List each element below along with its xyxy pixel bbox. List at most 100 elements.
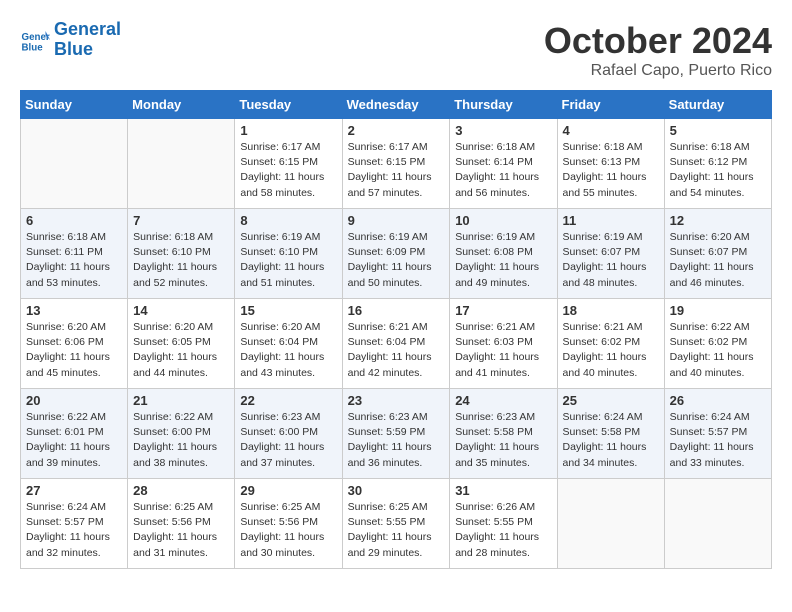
day-info: Sunrise: 6:24 AM Sunset: 5:58 PM Dayligh… — [563, 410, 659, 471]
calendar-cell: 4 Sunrise: 6:18 AM Sunset: 6:13 PM Daylig… — [557, 119, 664, 209]
day-info: Sunrise: 6:18 AM Sunset: 6:14 PM Dayligh… — [455, 140, 551, 201]
calendar-cell: 27 Sunrise: 6:24 AM Sunset: 5:57 PM Dayli… — [21, 479, 128, 569]
day-info: Sunrise: 6:24 AM Sunset: 5:57 PM Dayligh… — [670, 410, 766, 471]
month-title: October 2024 — [544, 20, 772, 62]
calendar-week-row: 27 Sunrise: 6:24 AM Sunset: 5:57 PM Dayli… — [21, 479, 772, 569]
calendar-header-row: SundayMondayTuesdayWednesdayThursdayFrid… — [21, 91, 772, 119]
day-number: 15 — [240, 303, 336, 318]
day-number: 8 — [240, 213, 336, 228]
day-info: Sunrise: 6:22 AM Sunset: 6:00 PM Dayligh… — [133, 410, 229, 471]
day-info: Sunrise: 6:24 AM Sunset: 5:57 PM Dayligh… — [26, 500, 122, 561]
day-number: 4 — [563, 123, 659, 138]
calendar-cell: 19Sunrise: 6:22 AM Sunset: 6:02 PM Dayli… — [664, 299, 771, 389]
day-number: 21 — [133, 393, 229, 408]
day-number: 1 — [240, 123, 336, 138]
calendar-cell: 12 Sunrise: 6:20 AM Sunset: 6:07 PM Dayli… — [664, 209, 771, 299]
header-friday: Friday — [557, 91, 664, 119]
day-number: 26 — [670, 393, 766, 408]
day-info: Sunrise: 6:18 AM Sunset: 6:12 PM Dayligh… — [670, 140, 766, 201]
day-number: 20 — [26, 393, 122, 408]
calendar-cell: 7 Sunrise: 6:18 AM Sunset: 6:10 PM Daylig… — [128, 209, 235, 299]
calendar-cell: 13 Sunrise: 6:20 AM Sunset: 6:06 PM Dayli… — [21, 299, 128, 389]
day-info: Sunrise: 6:23 AM Sunset: 5:58 PM Dayligh… — [455, 410, 551, 471]
page-header: General Blue General Blue October 2024 R… — [20, 20, 772, 80]
day-info: Sunrise: 6:21 AM Sunset: 6:04 PM Dayligh… — [348, 320, 445, 381]
calendar-cell: 10 Sunrise: 6:19 AM Sunset: 6:08 PM Dayli… — [450, 209, 557, 299]
calendar-cell: 6Sunrise: 6:18 AM Sunset: 6:11 PM Daylig… — [21, 209, 128, 299]
calendar-cell — [21, 119, 128, 209]
day-number: 25 — [563, 393, 659, 408]
day-number: 23 — [348, 393, 445, 408]
header-thursday: Thursday — [450, 91, 557, 119]
day-info: Sunrise: 6:21 AM Sunset: 6:03 PM Dayligh… — [455, 320, 551, 381]
calendar-cell: 23Sunrise: 6:23 AM Sunset: 5:59 PM Dayli… — [342, 389, 450, 479]
day-number: 24 — [455, 393, 551, 408]
calendar-cell: 3Sunrise: 6:18 AM Sunset: 6:14 PM Daylig… — [450, 119, 557, 209]
day-info: Sunrise: 6:25 AM Sunset: 5:56 PM Dayligh… — [133, 500, 229, 561]
calendar-cell: 26 Sunrise: 6:24 AM Sunset: 5:57 PM Dayli… — [664, 389, 771, 479]
calendar-cell: 20Sunrise: 6:22 AM Sunset: 6:01 PM Dayli… — [21, 389, 128, 479]
calendar-cell: 16 Sunrise: 6:21 AM Sunset: 6:04 PM Dayli… — [342, 299, 450, 389]
calendar-cell — [664, 479, 771, 569]
logo: General Blue General Blue — [20, 20, 121, 60]
calendar-cell: 29 Sunrise: 6:25 AM Sunset: 5:56 PM Dayli… — [235, 479, 342, 569]
day-number: 2 — [348, 123, 445, 138]
day-info: Sunrise: 6:18 AM Sunset: 6:13 PM Dayligh… — [563, 140, 659, 201]
calendar-week-row: 20Sunrise: 6:22 AM Sunset: 6:01 PM Dayli… — [21, 389, 772, 479]
day-number: 16 — [348, 303, 445, 318]
day-number: 13 — [26, 303, 122, 318]
header-monday: Monday — [128, 91, 235, 119]
calendar-table: SundayMondayTuesdayWednesdayThursdayFrid… — [20, 90, 772, 569]
day-info: Sunrise: 6:20 AM Sunset: 6:06 PM Dayligh… — [26, 320, 122, 381]
day-info: Sunrise: 6:19 AM Sunset: 6:08 PM Dayligh… — [455, 230, 551, 291]
day-info: Sunrise: 6:25 AM Sunset: 5:56 PM Dayligh… — [240, 500, 336, 561]
day-info: Sunrise: 6:18 AM Sunset: 6:10 PM Dayligh… — [133, 230, 229, 291]
calendar-cell: 18Sunrise: 6:21 AM Sunset: 6:02 PM Dayli… — [557, 299, 664, 389]
day-info: Sunrise: 6:20 AM Sunset: 6:07 PM Dayligh… — [670, 230, 766, 291]
day-info: Sunrise: 6:19 AM Sunset: 6:09 PM Dayligh… — [348, 230, 445, 291]
day-number: 31 — [455, 483, 551, 498]
calendar-week-row: 1 Sunrise: 6:17 AM Sunset: 6:15 PM Daylig… — [21, 119, 772, 209]
day-number: 22 — [240, 393, 336, 408]
logo-icon: General Blue — [20, 25, 50, 55]
calendar-cell: 30 Sunrise: 6:25 AM Sunset: 5:55 PM Dayli… — [342, 479, 450, 569]
day-info: Sunrise: 6:19 AM Sunset: 6:07 PM Dayligh… — [563, 230, 659, 291]
calendar-cell: 17 Sunrise: 6:21 AM Sunset: 6:03 PM Dayli… — [450, 299, 557, 389]
logo-line2: Blue — [54, 39, 93, 59]
day-info: Sunrise: 6:20 AM Sunset: 6:04 PM Dayligh… — [240, 320, 336, 381]
day-info: Sunrise: 6:22 AM Sunset: 6:02 PM Dayligh… — [670, 320, 766, 381]
day-number: 10 — [455, 213, 551, 228]
day-number: 11 — [563, 213, 659, 228]
calendar-cell: 14 Sunrise: 6:20 AM Sunset: 6:05 PM Dayli… — [128, 299, 235, 389]
day-number: 28 — [133, 483, 229, 498]
calendar-cell: 15 Sunrise: 6:20 AM Sunset: 6:04 PM Dayli… — [235, 299, 342, 389]
calendar-week-row: 13 Sunrise: 6:20 AM Sunset: 6:06 PM Dayli… — [21, 299, 772, 389]
location-title: Rafael Capo, Puerto Rico — [544, 62, 772, 80]
day-number: 14 — [133, 303, 229, 318]
day-number: 27 — [26, 483, 122, 498]
day-info: Sunrise: 6:17 AM Sunset: 6:15 PM Dayligh… — [348, 140, 445, 201]
day-info: Sunrise: 6:20 AM Sunset: 6:05 PM Dayligh… — [133, 320, 229, 381]
svg-text:Blue: Blue — [22, 42, 44, 53]
calendar-cell: 9Sunrise: 6:19 AM Sunset: 6:09 PM Daylig… — [342, 209, 450, 299]
calendar-cell: 24 Sunrise: 6:23 AM Sunset: 5:58 PM Dayli… — [450, 389, 557, 479]
calendar-cell: 22Sunrise: 6:23 AM Sunset: 6:00 PM Dayli… — [235, 389, 342, 479]
day-number: 12 — [670, 213, 766, 228]
day-info: Sunrise: 6:19 AM Sunset: 6:10 PM Dayligh… — [240, 230, 336, 291]
day-number: 7 — [133, 213, 229, 228]
header-tuesday: Tuesday — [235, 91, 342, 119]
calendar-cell: 25 Sunrise: 6:24 AM Sunset: 5:58 PM Dayli… — [557, 389, 664, 479]
calendar-cell: 11 Sunrise: 6:19 AM Sunset: 6:07 PM Dayli… — [557, 209, 664, 299]
title-block: October 2024 Rafael Capo, Puerto Rico — [544, 20, 772, 80]
header-wednesday: Wednesday — [342, 91, 450, 119]
day-info: Sunrise: 6:17 AM Sunset: 6:15 PM Dayligh… — [240, 140, 336, 201]
day-number: 29 — [240, 483, 336, 498]
day-number: 30 — [348, 483, 445, 498]
calendar-cell: 21 Sunrise: 6:22 AM Sunset: 6:00 PM Dayli… — [128, 389, 235, 479]
day-info: Sunrise: 6:25 AM Sunset: 5:55 PM Dayligh… — [348, 500, 445, 561]
day-number: 17 — [455, 303, 551, 318]
logo-line1: General — [54, 19, 121, 39]
calendar-cell: 31 Sunrise: 6:26 AM Sunset: 5:55 PM Dayli… — [450, 479, 557, 569]
day-info: Sunrise: 6:26 AM Sunset: 5:55 PM Dayligh… — [455, 500, 551, 561]
header-saturday: Saturday — [664, 91, 771, 119]
